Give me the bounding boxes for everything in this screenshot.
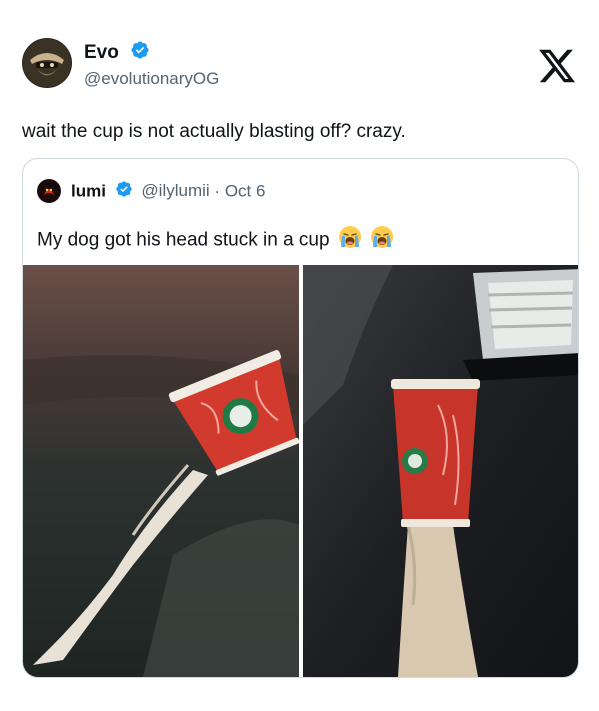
display-name[interactable]: Evo [84, 40, 150, 66]
x-logo-icon[interactable] [537, 46, 577, 86]
quoted-avatar[interactable] [37, 179, 61, 203]
separator-dot: · [214, 181, 225, 201]
media-image-right[interactable] [303, 265, 578, 677]
loudly-crying-face-icon [338, 225, 362, 256]
avatar[interactable] [22, 38, 72, 88]
quoted-date[interactable]: Oct 6 [225, 181, 266, 200]
media-image-left[interactable] [23, 265, 299, 677]
quoted-text-content: My dog got his head stuck in a cup [37, 229, 330, 251]
quoted-header: lumi @ilylumii · Oct 6 [71, 180, 265, 204]
user-handle[interactable]: @evolutionaryOG [84, 68, 219, 90]
display-name-text: Evo [84, 42, 119, 64]
verified-badge-icon [130, 40, 150, 66]
quoted-tweet-card[interactable]: lumi @ilylumii · Oct 6 My dog got his he… [22, 158, 579, 678]
quoted-tweet-text: My dog got his head stuck in a cup [37, 225, 394, 256]
verified-badge-icon [115, 180, 133, 204]
tweet-text: wait the cup is not actually blasting of… [22, 121, 406, 142]
quoted-handle[interactable]: @ilylumii [141, 181, 209, 200]
quoted-display-name[interactable]: lumi [71, 181, 106, 200]
loudly-crying-face-icon [370, 225, 394, 256]
